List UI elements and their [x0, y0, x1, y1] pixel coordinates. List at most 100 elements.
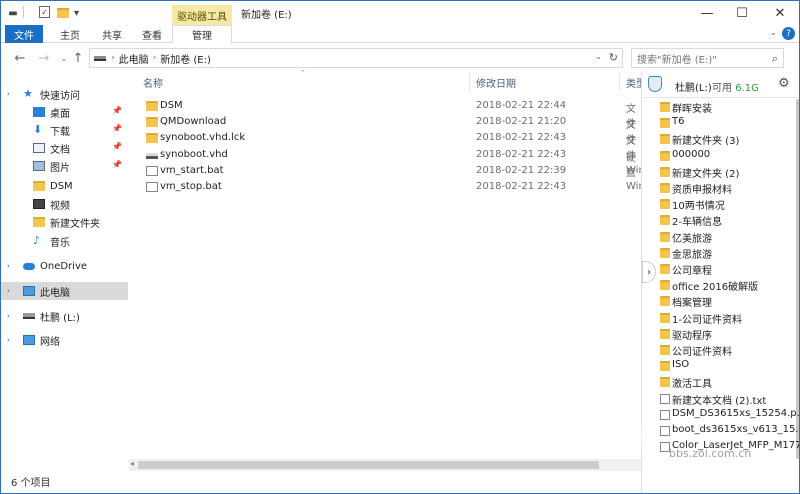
- drive-panel-item[interactable]: 驱动程序: [658, 326, 799, 342]
- drive-panel-item-label: 000000: [672, 148, 711, 160]
- refresh-icon[interactable]: ↻: [609, 51, 618, 64]
- minimize-button[interactable]: —: [689, 1, 725, 25]
- drive-panel-item-label: 资质申报材料: [672, 185, 732, 196]
- drive-panel-item[interactable]: 新建文件夹 (2): [658, 164, 799, 180]
- nav-drive-l[interactable]: › 杜鹏 (L:): [1, 307, 128, 325]
- folder-icon: [33, 217, 45, 227]
- expand-icon[interactable]: ›: [7, 90, 10, 98]
- properties-icon[interactable]: ✓: [39, 6, 50, 18]
- breadcrumb-this-pc[interactable]: 此电脑: [119, 51, 149, 66]
- drive-panel-item-label: 新建文本文档 (2).txt: [672, 395, 767, 407]
- column-name[interactable]: 名称: [129, 73, 470, 91]
- nav-downloads[interactable]: ⬇ 下载 📌: [1, 121, 128, 139]
- folder-icon: [146, 117, 158, 127]
- drive-panel-item[interactable]: 新建文本文档 (2).txt: [658, 391, 799, 407]
- drive-panel-item[interactable]: 10两书情况: [658, 196, 799, 212]
- recent-locations-icon[interactable]: ⌄: [57, 50, 71, 66]
- file-date: 2018-02-21 22:44: [476, 100, 567, 111]
- nav-new-folder[interactable]: 新建文件夹: [1, 213, 128, 231]
- drive-panel-item[interactable]: 新建文件夹 (3): [658, 131, 799, 147]
- nav-this-pc[interactable]: › 此电脑: [1, 282, 128, 300]
- file-date: 2018-02-21 21:20: [476, 116, 567, 127]
- drive-panel-item[interactable]: T6: [658, 115, 799, 131]
- nav-videos[interactable]: 视频: [1, 195, 128, 213]
- address-dropdown-icon[interactable]: ⌄: [595, 52, 602, 61]
- documents-icon: [33, 143, 45, 153]
- drive-panel-item[interactable]: 档案管理: [658, 293, 799, 309]
- address-bar[interactable]: › 此电脑 › 新加卷 (E:) ⌄ ↻: [89, 48, 623, 68]
- breadcrumb-current[interactable]: 新加卷 (E:): [160, 51, 211, 66]
- file-row[interactable]: DSM 2018-02-21 22:44 文件: [141, 98, 641, 130]
- drive-panel-item[interactable]: 1-公司证件资料: [658, 310, 799, 326]
- file-row[interactable]: vm_start.bat 2018-02-21 22:39 Win: [141, 163, 645, 179]
- drive-panel-item-label: 亿美旅游: [672, 233, 712, 245]
- text-file-icon: [660, 393, 670, 404]
- expand-icon[interactable]: ›: [7, 262, 10, 270]
- drive-panel-item-label: 1-公司证件资料: [672, 314, 742, 326]
- music-icon: ♪: [33, 234, 41, 247]
- gear-icon[interactable]: ⚙: [778, 76, 790, 91]
- file-icon: [660, 426, 670, 436]
- scrollbar-thumb[interactable]: [138, 461, 599, 469]
- tab-view[interactable]: 查看: [135, 25, 169, 43]
- expand-icon[interactable]: ›: [7, 312, 10, 320]
- expand-panel-button[interactable]: ›: [642, 261, 656, 283]
- drive-panel-item[interactable]: ISO: [658, 358, 799, 374]
- drive-panel-item[interactable]: office 2016破解版: [658, 277, 799, 293]
- new-folder-icon[interactable]: [57, 8, 69, 18]
- help-icon[interactable]: ?: [782, 27, 795, 40]
- drive-icon: [146, 153, 158, 159]
- drive-panel-item[interactable]: 群晖安装: [658, 99, 799, 115]
- drive-panel-item[interactable]: 金思旅游: [658, 245, 799, 261]
- file-row[interactable]: QMDownload 2018-02-21 21:20 文件: [141, 114, 641, 146]
- drive-panel-item[interactable]: DSM_DS3615xs_15254.p...: [658, 407, 799, 423]
- ribbon-tabs: 文件 主页 共享 查看 管理 ⌄ ?: [1, 25, 799, 43]
- back-button[interactable]: ←: [13, 50, 27, 66]
- search-icon[interactable]: ⌕: [772, 52, 778, 66]
- expand-icon[interactable]: ›: [7, 287, 10, 295]
- available-label: 可用: [712, 83, 732, 94]
- nav-documents[interactable]: 文档 📌: [1, 139, 128, 157]
- nav-network[interactable]: › 网络: [1, 331, 128, 349]
- horizontal-scrollbar[interactable]: ◂: [129, 459, 657, 471]
- item-count: 6 个项目: [11, 478, 51, 489]
- window-menu-icon[interactable]: ▬: [7, 6, 19, 20]
- close-button[interactable]: ✕: [762, 1, 798, 25]
- nav-quick-access[interactable]: › ★ 快速访问: [1, 85, 128, 103]
- drive-panel: 杜鹏(L:) 可用 6.1G ⚙ › 群晖安装 T6 新建文件夹 (3) 000000…: [641, 71, 799, 493]
- tab-home[interactable]: 主页: [53, 25, 87, 43]
- quick-access-dropdown[interactable]: ▾: [72, 6, 81, 20]
- network-icon: [23, 335, 35, 345]
- file-name: QMDownload: [160, 116, 227, 127]
- nav-desktop[interactable]: 桌面 📌: [1, 103, 128, 121]
- folder-icon: [660, 118, 670, 129]
- tab-manage[interactable]: 管理: [172, 25, 232, 43]
- column-date[interactable]: 修改日期: [470, 73, 620, 91]
- search-input[interactable]: 搜索"新加卷 (E:)" ⌕: [631, 48, 784, 68]
- drive-panel-item-label: 公司证件资料: [672, 347, 732, 358]
- scroll-left-icon[interactable]: ◂: [130, 459, 134, 468]
- nav-music[interactable]: ♪ 音乐: [1, 232, 128, 250]
- nav-pictures[interactable]: 图片 📌: [1, 157, 128, 175]
- tab-file[interactable]: 文件: [5, 25, 43, 43]
- drive-panel-item[interactable]: 资质申报材料: [658, 180, 799, 196]
- forward-button[interactable]: →: [37, 50, 51, 66]
- file-row[interactable]: vm_stop.bat 2018-02-21 22:43 Win: [141, 179, 645, 195]
- nav-dsm[interactable]: DSM: [1, 177, 128, 195]
- file-row[interactable]: synoboot.vhd.lck 2018-02-21 22:43 文件: [141, 130, 641, 162]
- drive-panel-item[interactable]: 公司章程: [658, 261, 799, 277]
- ribbon-expand-icon[interactable]: ⌄: [769, 28, 777, 38]
- file-name: vm_start.bat: [160, 165, 224, 176]
- drive-panel-item[interactable]: 亿美旅游: [658, 229, 799, 245]
- expand-icon[interactable]: ›: [7, 336, 10, 344]
- tab-share[interactable]: 共享: [95, 25, 129, 43]
- drive-panel-item[interactable]: 激活工具: [658, 374, 799, 390]
- drive-panel-item[interactable]: 公司证件资料: [658, 342, 799, 358]
- maximize-button[interactable]: ☐: [724, 1, 760, 25]
- drive-panel-item[interactable]: boot_ds3615xs_v613_15...: [658, 423, 799, 439]
- drive-panel-item[interactable]: 000000: [658, 148, 799, 164]
- file-row[interactable]: synoboot.vhd 2018-02-21 22:43 硬盘: [141, 147, 641, 179]
- up-button[interactable]: ↑: [71, 50, 85, 66]
- nav-onedrive[interactable]: › OneDrive: [1, 257, 128, 275]
- drive-panel-item[interactable]: 2-车辆信息: [658, 212, 799, 228]
